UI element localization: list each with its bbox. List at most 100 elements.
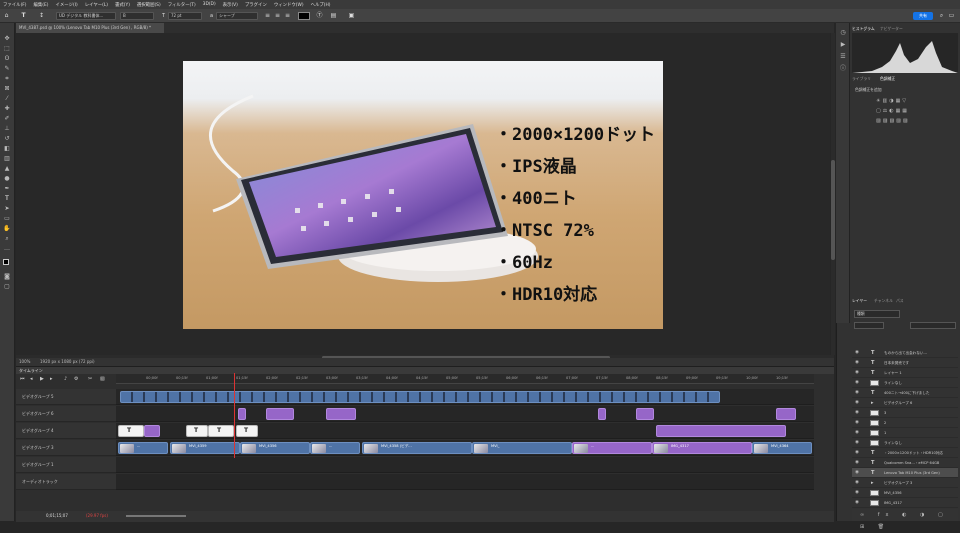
home-icon[interactable]: ⌂ <box>3 12 10 20</box>
clip[interactable] <box>266 408 294 420</box>
video-clip[interactable]: ... <box>310 442 360 454</box>
properties-icon[interactable]: ☰ <box>839 53 847 61</box>
font-size-select[interactable]: 72 pt <box>168 12 202 20</box>
layer-row[interactable]: ◉ IMG_4317 <box>852 498 958 508</box>
tab-libraries[interactable]: ライブラリ <box>852 75 871 83</box>
audio-icon[interactable]: ♪ <box>64 376 67 382</box>
next-frame-icon[interactable]: ▸ <box>50 376 53 382</box>
track-video-group-3[interactable]: ... MVI_4359 MVI_4356 ... MVI_4358 (ビデ..… <box>116 440 814 456</box>
track-video-group-4[interactable]: T T T T <box>116 423 814 439</box>
history-brush-tool-icon[interactable]: ↺ <box>3 135 11 143</box>
track-label-video-group-3[interactable]: ビデオグループ 3 <box>16 440 116 456</box>
layer-row[interactable]: ◉ T ・2000×1200ドット・HDR10対応 <box>852 448 958 458</box>
visibility-icon[interactable]: ◉ <box>855 448 860 458</box>
clip[interactable] <box>326 408 356 420</box>
font-style-select[interactable]: B <box>120 12 154 20</box>
prev-frame-icon[interactable]: ◂ <box>30 376 33 382</box>
playhead[interactable] <box>234 373 235 458</box>
track-label-video-group-4[interactable]: ビデオグループ 4 <box>16 423 116 439</box>
marquee-tool-icon[interactable]: ⬚ <box>3 45 11 53</box>
blur-tool-icon[interactable]: ▲ <box>3 165 11 173</box>
warp-text-icon[interactable]: Ⓣ <box>316 12 323 20</box>
tab-adjustments[interactable]: 色調補正 <box>880 75 895 83</box>
video-clip[interactable]: MVI_4356 <box>240 442 310 454</box>
frame-tool-icon[interactable]: ⊠ <box>3 85 11 93</box>
clip[interactable] <box>238 408 246 420</box>
layer-row[interactable]: ◉ 3 <box>852 408 958 418</box>
document-tab[interactable]: MVI_4387.psd @ 100% (Lenovo Tab M10 Plus… <box>16 23 164 33</box>
layer-row[interactable]: ◉ 1 <box>852 428 958 438</box>
quick-mask-icon[interactable]: ◙ <box>3 273 11 281</box>
menu-view[interactable]: 表示(V) <box>223 2 238 8</box>
visibility-icon[interactable]: ◉ <box>855 468 860 478</box>
layer-row[interactable]: ◉ ▸ ビデオグループ 3 <box>852 478 958 488</box>
path-select-tool-icon[interactable]: ➤ <box>3 205 11 213</box>
first-frame-icon[interactable]: ⏮ <box>20 376 25 382</box>
layer-row-selected[interactable]: ◉ T Lenovo Tab M10 Plus (3rd Gen) <box>852 468 958 478</box>
clip[interactable] <box>636 408 654 420</box>
menu-window[interactable]: ウィンドウ(W) <box>274 2 304 8</box>
clip[interactable] <box>656 425 786 437</box>
move-tool-icon[interactable]: ✥ <box>3 35 11 43</box>
type-tool-icon[interactable]: T <box>3 195 11 203</box>
track-label-video-group-6[interactable]: ビデオグループ 6 <box>16 406 116 422</box>
tab-navigator[interactable]: ナビゲーター <box>880 25 903 33</box>
track-video-group-1[interactable] <box>116 457 814 473</box>
tab-paths[interactable]: パス <box>896 297 904 305</box>
menu-file[interactable]: ファイル(F) <box>3 2 27 8</box>
text-clip[interactable]: T <box>186 425 208 437</box>
eyedropper-tool-icon[interactable]: ⁄ <box>3 95 11 103</box>
visibility-icon[interactable]: ◉ <box>855 348 860 358</box>
layer-row[interactable]: ◉ MVI_4356 <box>852 488 958 498</box>
video-clip[interactable]: MVI_4364 <box>752 442 812 454</box>
clip[interactable] <box>776 408 796 420</box>
3d-icon[interactable]: ▣ <box>348 12 355 20</box>
visibility-icon[interactable]: ◉ <box>855 478 860 488</box>
transition-icon[interactable]: ▧ <box>100 376 105 382</box>
play-icon[interactable]: ▶ <box>40 376 44 382</box>
hand-tool-icon[interactable]: ✋ <box>3 225 11 233</box>
menu-plugins[interactable]: プラグイン <box>245 2 267 8</box>
split-icon[interactable]: ✂ <box>88 376 92 382</box>
history-icon[interactable]: ◷ <box>839 29 847 37</box>
blend-mode-select[interactable] <box>854 322 884 329</box>
zoom-level[interactable]: 100% <box>19 358 30 366</box>
visibility-icon[interactable]: ◉ <box>855 488 860 498</box>
video-clip[interactable]: ... <box>572 442 652 454</box>
video-clip[interactable]: IMG_4317 <box>652 442 752 454</box>
character-panel-icon[interactable]: ▤ <box>330 12 337 20</box>
clip[interactable] <box>144 425 160 437</box>
settings-icon[interactable]: ⚙ <box>74 376 78 382</box>
pen-tool-icon[interactable]: ✒ <box>3 185 11 193</box>
brush-tool-icon[interactable]: ✐ <box>3 115 11 123</box>
more-tools-icon[interactable]: … <box>3 245 11 253</box>
timeline-ruler[interactable]: 00;00f 00;15f 01;00f 01;15f 02;00f 02;15… <box>116 374 814 384</box>
tab-layers[interactable]: レイヤー <box>852 297 867 305</box>
visibility-icon[interactable]: ◉ <box>855 378 860 388</box>
visibility-icon[interactable]: ◉ <box>855 438 860 448</box>
visibility-icon[interactable]: ◉ <box>855 458 860 468</box>
stamp-tool-icon[interactable]: ⊥ <box>3 125 11 133</box>
antialias-select[interactable]: シャープ <box>216 12 258 20</box>
track-label-video-group-5[interactable]: ビデオグループ 5 <box>16 389 116 405</box>
layer-row[interactable]: ◉ T Qualcomm Sna...・eMCP 64GB <box>852 458 958 468</box>
lasso-tool-icon[interactable]: ʘ <box>3 55 11 63</box>
menu-layer[interactable]: レイヤー(L) <box>85 2 108 8</box>
text-orientation-icon[interactable]: ↕ <box>38 12 45 20</box>
dodge-tool-icon[interactable]: ● <box>3 175 11 183</box>
visibility-icon[interactable]: ◉ <box>855 418 860 428</box>
visibility-icon[interactable]: ◉ <box>855 358 860 368</box>
track-video-group-6[interactable] <box>116 406 814 422</box>
font-family-select[interactable]: UD デジタル 教科書体... <box>56 12 116 20</box>
layer-row[interactable]: ◉ T レイヤー 1 <box>852 368 958 378</box>
actions-icon[interactable]: ▶ <box>839 41 847 49</box>
layer-row[interactable]: ◉ ラインなし <box>852 378 958 388</box>
layer-row[interactable]: ◉ ▸ ビデオグループ 6 <box>852 398 958 408</box>
opacity-field[interactable] <box>910 322 956 329</box>
foreground-color-swatch[interactable] <box>3 259 9 265</box>
track-video-group-5[interactable] <box>116 389 814 405</box>
vertical-scroll-thumb[interactable] <box>831 160 835 260</box>
text-clip[interactable]: T <box>208 425 234 437</box>
text-color-swatch[interactable] <box>298 12 310 20</box>
type-tool-icon[interactable]: T <box>20 12 27 20</box>
